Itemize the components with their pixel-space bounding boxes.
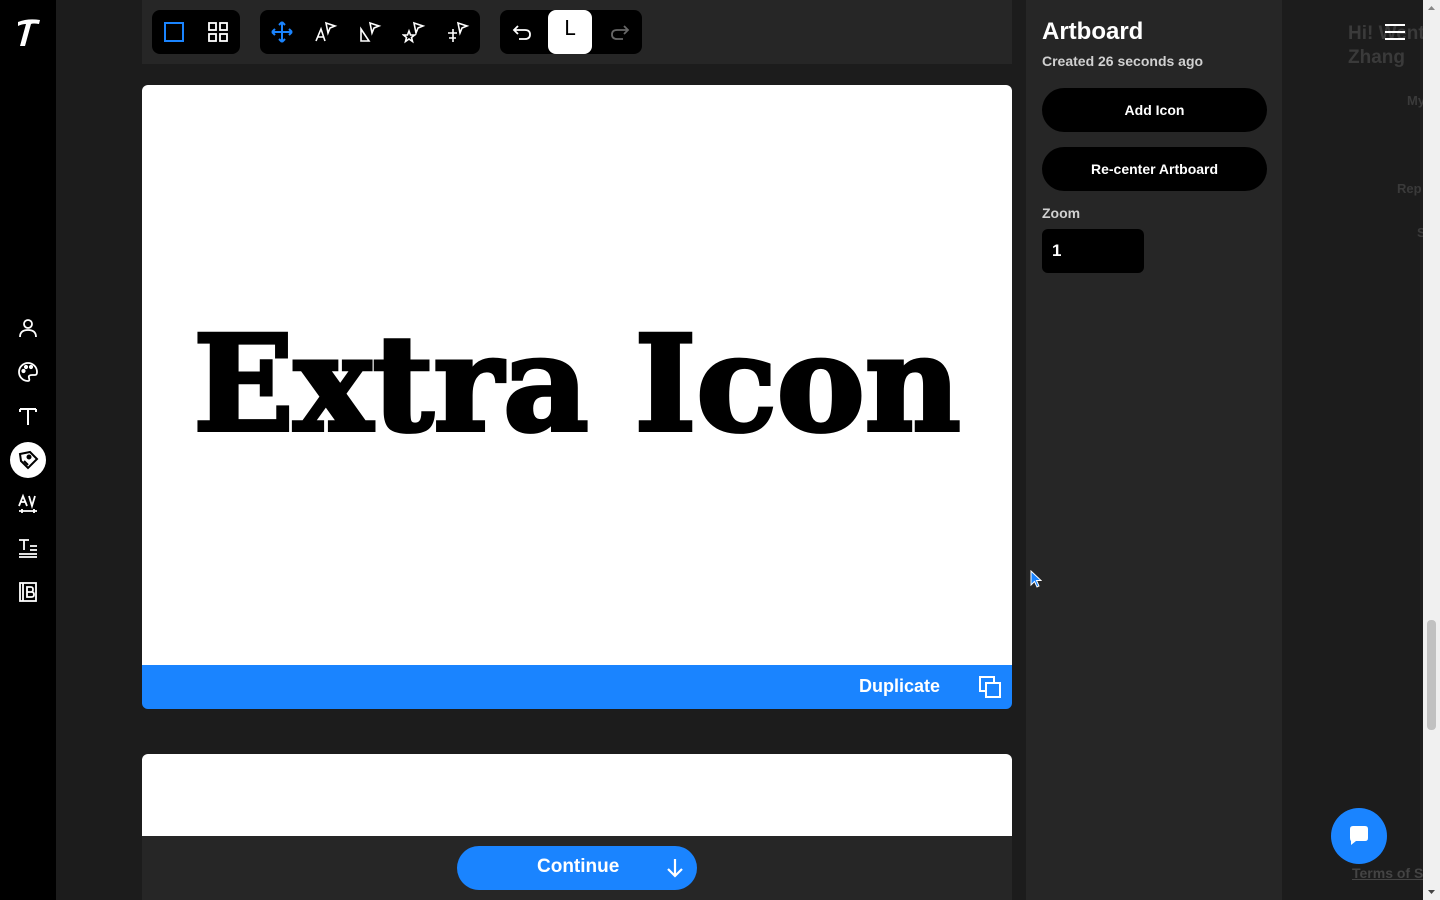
terms-link[interactable]: Terms of S <box>1352 865 1423 881</box>
text-style-icon[interactable] <box>10 530 46 566</box>
recenter-artboard-button[interactable]: Re-center Artboard <box>1042 147 1267 191</box>
continue-button[interactable]: Continue <box>457 846 697 890</box>
page-scrollbar[interactable] <box>1423 0 1440 900</box>
artboard-preview[interactable]: Extra Icon <box>142 85 1012 665</box>
select-shape-icon[interactable] <box>348 10 392 54</box>
artboard-text: Extra Icon <box>193 307 960 462</box>
select-text-icon[interactable] <box>304 10 348 54</box>
scroll-up-icon[interactable] <box>1423 2 1440 14</box>
artboard-preview-next[interactable] <box>142 754 1012 836</box>
chat-bubble-icon <box>1350 826 1368 845</box>
select-align-icon[interactable] <box>436 10 480 54</box>
chat-button[interactable] <box>1331 808 1387 864</box>
select-star-icon[interactable] <box>392 10 436 54</box>
top-toolbar: L <box>142 0 1012 64</box>
duplicate-icon <box>978 675 1002 703</box>
artboard-panel: Artboard Created 26 seconds ago Add Icon… <box>1026 0 1282 900</box>
grid-view-icon[interactable] <box>196 10 240 54</box>
zoom-label: Zoom <box>1042 205 1081 221</box>
move-icon[interactable] <box>260 10 304 54</box>
palette-icon[interactable] <box>10 354 46 390</box>
arrow-down-icon <box>665 857 685 883</box>
continue-label: Continue <box>537 856 620 877</box>
redo-icon[interactable] <box>598 10 642 54</box>
panel-subtitle: Created 26 seconds ago <box>1042 53 1204 69</box>
history-group: L <box>500 10 642 54</box>
pen-tag-icon[interactable] <box>10 442 46 478</box>
mouse-cursor-icon <box>1030 569 1043 592</box>
menu-icon[interactable] <box>1384 22 1406 46</box>
duplicate-label: Duplicate <box>858 676 940 696</box>
add-icon-button[interactable]: Add Icon <box>1042 88 1267 132</box>
glyph-book-icon[interactable] <box>10 574 46 610</box>
edit-tool-group <box>260 10 480 54</box>
duplicate-button[interactable]: Duplicate <box>142 665 1012 709</box>
kerning-icon[interactable] <box>10 486 46 522</box>
faint-text-1: My <box>1407 93 1423 108</box>
account-icon[interactable] <box>10 310 46 346</box>
artboard-glyph-render: Extra Icon <box>191 305 962 464</box>
undo-icon[interactable] <box>500 10 544 54</box>
type-icon[interactable] <box>10 398 46 434</box>
faint-text-2: Rep <box>1397 181 1422 196</box>
view-toggle-group <box>152 10 240 54</box>
greeting-line-2: Zhang <box>1348 47 1405 68</box>
app-logo[interactable] <box>14 16 42 48</box>
scroll-thumb[interactable] <box>1427 620 1436 730</box>
undo-key-indicator[interactable]: L <box>548 10 592 54</box>
panel-title: Artboard <box>1042 18 1144 45</box>
zoom-input[interactable] <box>1042 229 1144 273</box>
scroll-down-icon[interactable] <box>1423 886 1440 898</box>
account-sidebar: Hi! Went Zhang My Rep S Terms of S <box>1282 0 1423 900</box>
single-view-icon[interactable] <box>152 10 196 54</box>
undo-key-label: L <box>563 16 577 40</box>
left-rail <box>0 0 56 900</box>
